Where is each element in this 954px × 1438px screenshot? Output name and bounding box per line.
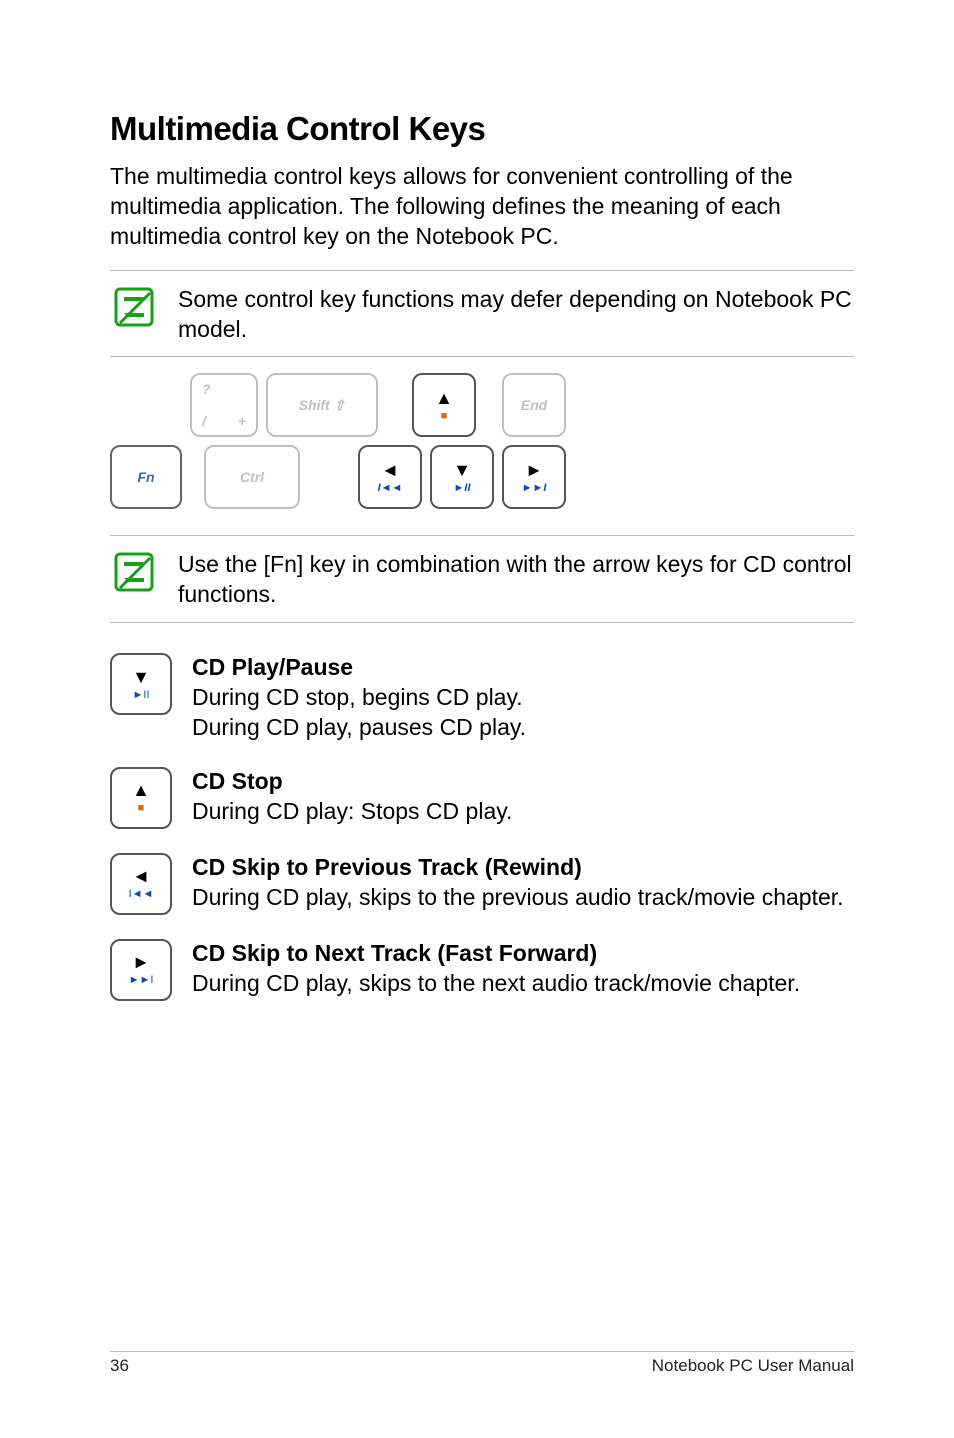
key-ctrl: Ctrl: [204, 445, 300, 509]
page-number: 36: [110, 1356, 129, 1376]
arrow-right-icon: ►: [132, 953, 150, 971]
page-heading: Multimedia Control Keys: [110, 110, 854, 148]
note-icon: [110, 283, 158, 331]
feature-play-line2: During CD play, pauses CD play.: [192, 714, 526, 740]
media-stop-icon: ■: [138, 803, 145, 814]
key-slash-bl: /: [202, 413, 206, 429]
arrow-down-icon: ▼: [132, 668, 150, 686]
note-block-2: Use the [Fn] key in combination with the…: [110, 535, 854, 623]
media-playpause-icon: ►II: [133, 690, 150, 701]
note-text-2: Use the [Fn] key in combination with the…: [178, 548, 854, 610]
intro-paragraph: The multimedia control keys allows for c…: [110, 162, 854, 252]
keyboard-illustration: ? / + Shift ⇧ ▲ ■ End Fn Ctrl ◄ I◄◄ ▼ ►II: [110, 373, 854, 509]
arrow-up-icon: ▲: [132, 781, 150, 799]
feature-play-pause: ▼ ►II CD Play/Pause During CD stop, begi…: [110, 653, 854, 743]
note-block-1: Some control key functions may defer dep…: [110, 270, 854, 358]
key-fn: Fn: [110, 445, 182, 509]
key-slash-br: +: [238, 413, 246, 429]
feature-key-down: ▼ ►II: [110, 653, 172, 715]
feature-prev-line1: During CD play, skips to the previous au…: [192, 884, 844, 910]
arrow-left-icon: ◄: [381, 461, 399, 479]
media-next-icon: ►►I: [522, 483, 547, 494]
feature-prev-title: CD Skip to Previous Track (Rewind): [192, 853, 854, 883]
media-prev-icon: I◄◄: [378, 483, 403, 494]
key-end: End: [502, 373, 566, 437]
feature-key-right: ► ►►I: [110, 939, 172, 1001]
feature-prev: ◄ I◄◄ CD Skip to Previous Track (Rewind)…: [110, 853, 854, 915]
feature-prev-text: CD Skip to Previous Track (Rewind) Durin…: [192, 853, 854, 913]
media-stop-icon: ■: [441, 411, 448, 422]
key-shift: Shift ⇧: [266, 373, 378, 437]
arrow-down-icon: ▼: [453, 461, 471, 479]
arrow-up-icon: ▲: [435, 389, 453, 407]
key-arrow-up: ▲ ■: [412, 373, 476, 437]
feature-play-line1: During CD stop, begins CD play.: [192, 684, 523, 710]
feature-key-left: ◄ I◄◄: [110, 853, 172, 915]
doc-title-footer: Notebook PC User Manual: [652, 1356, 854, 1376]
page-footer: 36 Notebook PC User Manual: [110, 1351, 854, 1376]
feature-stop-title: CD Stop: [192, 767, 854, 797]
key-slash-top: ?: [202, 381, 211, 397]
key-arrow-right: ► ►►I: [502, 445, 566, 509]
arrow-left-icon: ◄: [132, 867, 150, 885]
feature-next-line1: During CD play, skips to the next audio …: [192, 970, 800, 996]
feature-stop: ▲ ■ CD Stop During CD play: Stops CD pla…: [110, 767, 854, 829]
media-next-icon: ►►I: [129, 975, 154, 986]
feature-stop-text: CD Stop During CD play: Stops CD play.: [192, 767, 854, 827]
key-arrow-down: ▼ ►II: [430, 445, 494, 509]
arrow-right-icon: ►: [525, 461, 543, 479]
feature-key-up: ▲ ■: [110, 767, 172, 829]
feature-play-title: CD Play/Pause: [192, 653, 854, 683]
key-arrow-left: ◄ I◄◄: [358, 445, 422, 509]
feature-next-text: CD Skip to Next Track (Fast Forward) Dur…: [192, 939, 854, 999]
feature-play-text: CD Play/Pause During CD stop, begins CD …: [192, 653, 854, 743]
feature-next-title: CD Skip to Next Track (Fast Forward): [192, 939, 854, 969]
feature-stop-line1: During CD play: Stops CD play.: [192, 798, 512, 824]
media-playpause-icon: ►II: [454, 483, 471, 494]
note-text-1: Some control key functions may defer dep…: [178, 283, 854, 345]
feature-next: ► ►►I CD Skip to Next Track (Fast Forwar…: [110, 939, 854, 1001]
key-slash: ? / +: [190, 373, 258, 437]
media-prev-icon: I◄◄: [129, 889, 154, 900]
note-icon: [110, 548, 158, 596]
